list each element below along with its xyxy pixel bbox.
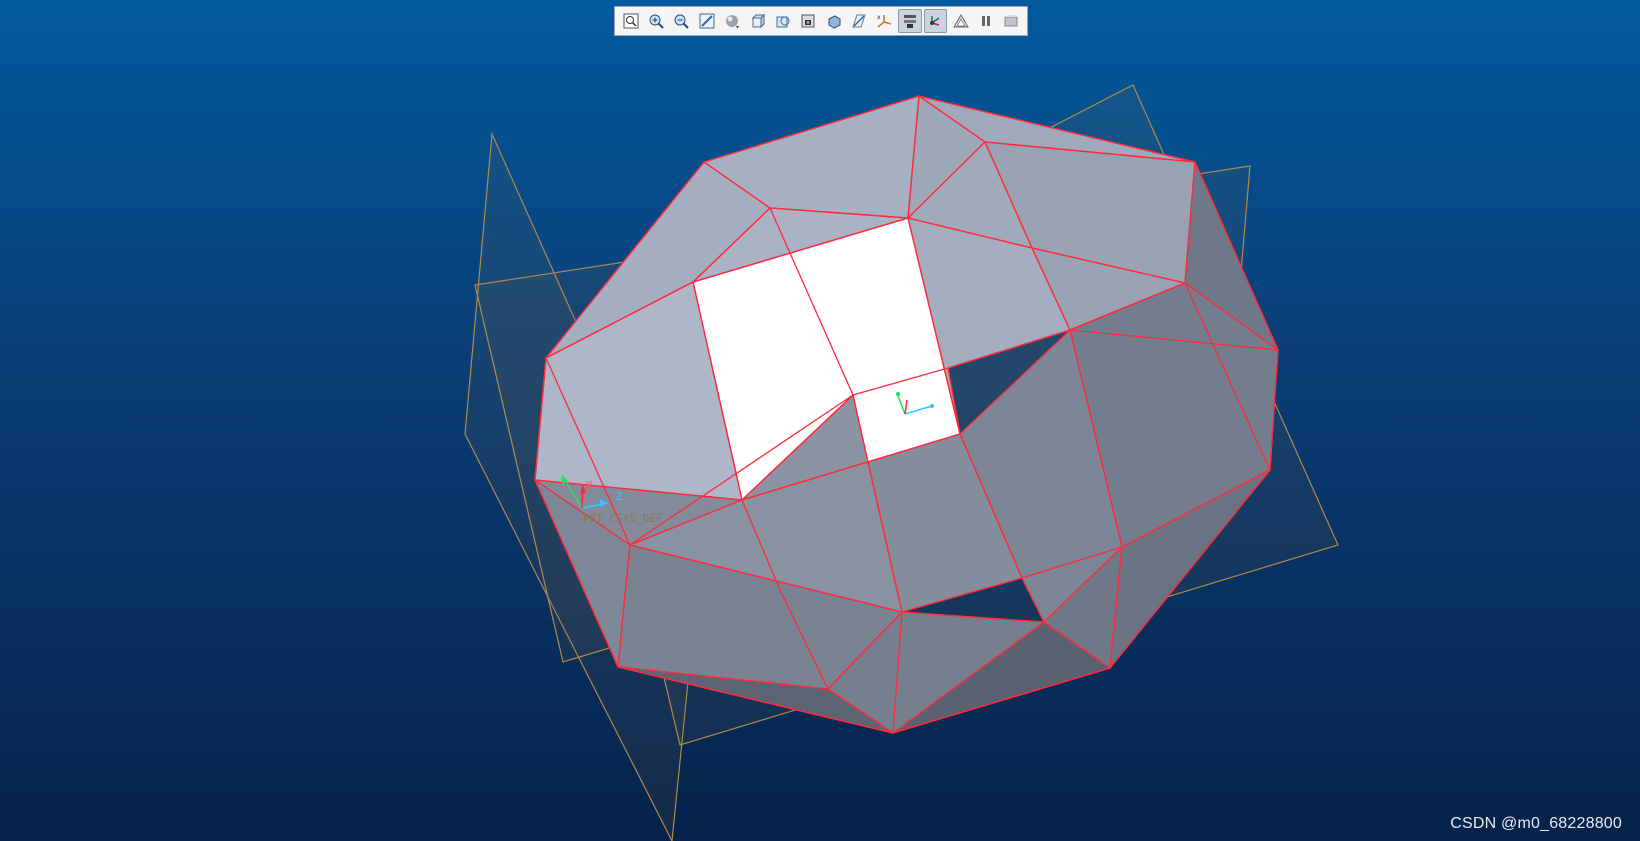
section-icon (828, 15, 841, 29)
graphics-toolbar: x (614, 6, 1028, 36)
pause-icon (981, 16, 990, 26)
display-style-icon (726, 15, 740, 29)
svg-text:x: x (877, 14, 881, 21)
saved-orientations-button[interactable] (746, 9, 769, 33)
annotation-orientation-icon (1004, 15, 1018, 27)
annotation-orientation-button[interactable] (1000, 9, 1023, 33)
view-manager-icon (776, 16, 790, 28)
zoom-in-icon (649, 14, 664, 29)
zoom-out-button[interactable] (670, 9, 693, 33)
csys-name-label: PRT_CSYS_DEF (583, 512, 662, 525)
repaint-button[interactable] (695, 9, 718, 33)
model-canvas[interactable]: Y X Z PRT_CSYS_DEF (0, 0, 1640, 841)
appearance-button[interactable] (949, 9, 972, 33)
annotation-display-icon (903, 15, 916, 28)
view-manager-button[interactable] (771, 9, 794, 33)
datum-display-button[interactable] (847, 9, 870, 33)
solid-body[interactable] (534, 95, 1279, 734)
csys-display-button[interactable]: x (873, 9, 896, 33)
perspective-button[interactable] (797, 9, 820, 33)
csys-axis-y-label: Y (560, 476, 567, 489)
pause-button[interactable] (974, 9, 997, 33)
csys-axis-z-label: Z (616, 490, 623, 503)
spin-center-button[interactable] (923, 9, 947, 33)
csys-display-icon: x (877, 14, 892, 28)
refit-icon (623, 13, 639, 29)
datum-display-icon (852, 14, 866, 28)
annotation-display-button[interactable] (898, 9, 922, 33)
perspective-icon (801, 14, 815, 28)
zoom-in-button[interactable] (644, 9, 667, 33)
refit-button[interactable] (619, 9, 642, 33)
spin-center-icon (930, 16, 940, 26)
graphics-viewport[interactable]: Y X Z PRT_CSYS_DEF (0, 0, 1640, 841)
zoom-out-icon (674, 14, 690, 29)
display-style-button[interactable] (721, 9, 744, 33)
section-button[interactable] (822, 9, 845, 33)
repaint-icon (699, 13, 715, 29)
saved-orientations-icon (751, 13, 765, 29)
csys-axis-x-label: X (586, 479, 593, 492)
appearance-icon (952, 14, 969, 28)
watermark-text: CSDN @m0_68228800 (1450, 815, 1622, 832)
